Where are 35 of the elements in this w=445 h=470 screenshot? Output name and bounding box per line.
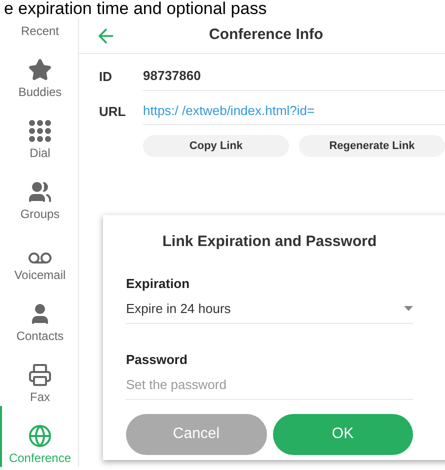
sidebar-item[interactable]: Groups (0, 162, 78, 223)
sidebar-label: Conference (8, 451, 72, 465)
voicemail-icon (28, 251, 52, 265)
sidebar-label: Groups (20, 207, 60, 221)
password-field[interactable]: Set the password (126, 375, 413, 400)
url-link[interactable]: https:/ /extweb/index.html?id= (143, 100, 445, 125)
dialog-title: Link Expiration and Password (161, 232, 378, 252)
printer-icon (28, 363, 52, 387)
caret-icon (404, 306, 413, 312)
globe-icon (28, 424, 52, 448)
field-label: URL (99, 102, 127, 120)
expiration-dropdown[interactable]: Expire in 24 hours (126, 299, 413, 324)
header-title: Conference Info (209, 25, 324, 46)
sidebar-item[interactable]: Contacts (0, 284, 78, 345)
link-button[interactable]: Copy Link (143, 135, 289, 157)
link-button[interactable]: Regenerate Link (299, 135, 445, 157)
sidebar-item[interactable]: Fax (0, 345, 78, 406)
sidebar-item[interactable]: Voicemail (0, 223, 78, 284)
field-value: 98737860 (143, 66, 445, 90)
sidebar-label: Voicemail (14, 268, 66, 282)
sidebar-item[interactable]: Recent (0, 18, 78, 40)
keypad-icon (28, 119, 52, 143)
sidebar-label: Recent (20, 24, 60, 38)
sidebar-label: Fax (30, 390, 50, 404)
sidebar-item[interactable]: Dial (0, 101, 78, 162)
sidebar-label: Dial (30, 146, 50, 160)
caption-text: e expiration time and optional pass (3, 0, 268, 18)
sidebar-label: Contacts (16, 329, 64, 343)
people-icon (28, 180, 52, 204)
star-icon (28, 58, 52, 82)
field-label: Password (126, 350, 188, 368)
field-label: ID (99, 68, 113, 86)
sidebar-item[interactable]: Buddies (0, 40, 78, 101)
sidebar-label: Buddies (18, 85, 62, 99)
field-label: Expiration (126, 274, 191, 293)
